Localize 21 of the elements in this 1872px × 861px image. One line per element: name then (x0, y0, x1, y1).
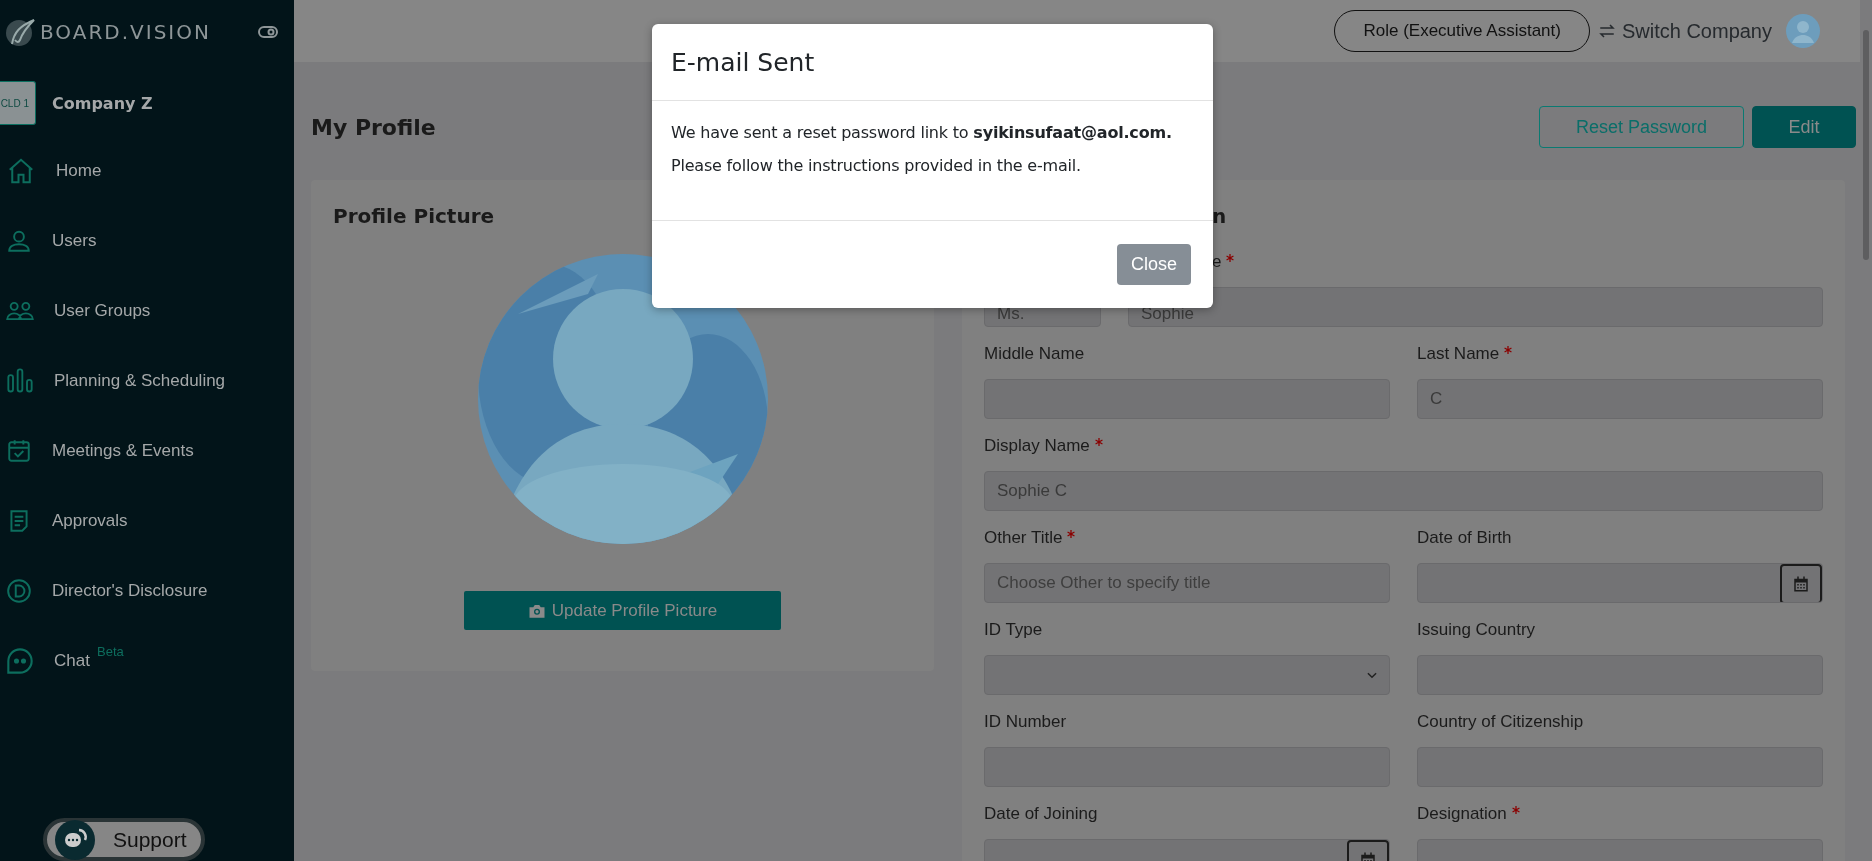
company-badge: CLD 1 (0, 81, 36, 125)
field-label: ID Type (984, 619, 1044, 641)
field-label: Issuing Country (1417, 619, 1537, 641)
field-label: Last Name (1417, 343, 1823, 365)
beta-label: Beta (97, 644, 124, 659)
field-label: Country of Citizenship (1417, 711, 1585, 733)
dialog-message: Please follow the instructions provided in the e-mail. (671, 155, 1082, 177)
field-label: Middle Name (984, 343, 1086, 365)
field-label: ID Number (984, 711, 1068, 733)
field-label: Display Name (984, 435, 1823, 457)
field-label: Designation (1417, 803, 1823, 825)
page-title: My Profile (311, 114, 436, 140)
dialog-title: E-mail Sent (671, 47, 815, 77)
field-label: Date of Birth (1417, 527, 1513, 549)
section-heading: n (1211, 203, 1228, 230)
brand-name: BOARD.VISION (40, 20, 212, 44)
field-label: Other Title (984, 527, 1390, 549)
company-name: Company Z (52, 93, 153, 113)
field-label: Date of Joining (984, 803, 1099, 825)
card-title: Profile Picture (333, 203, 496, 230)
dialog-message: We have sent a reset password link to syikinsufaat@aol.com. (671, 122, 1173, 144)
